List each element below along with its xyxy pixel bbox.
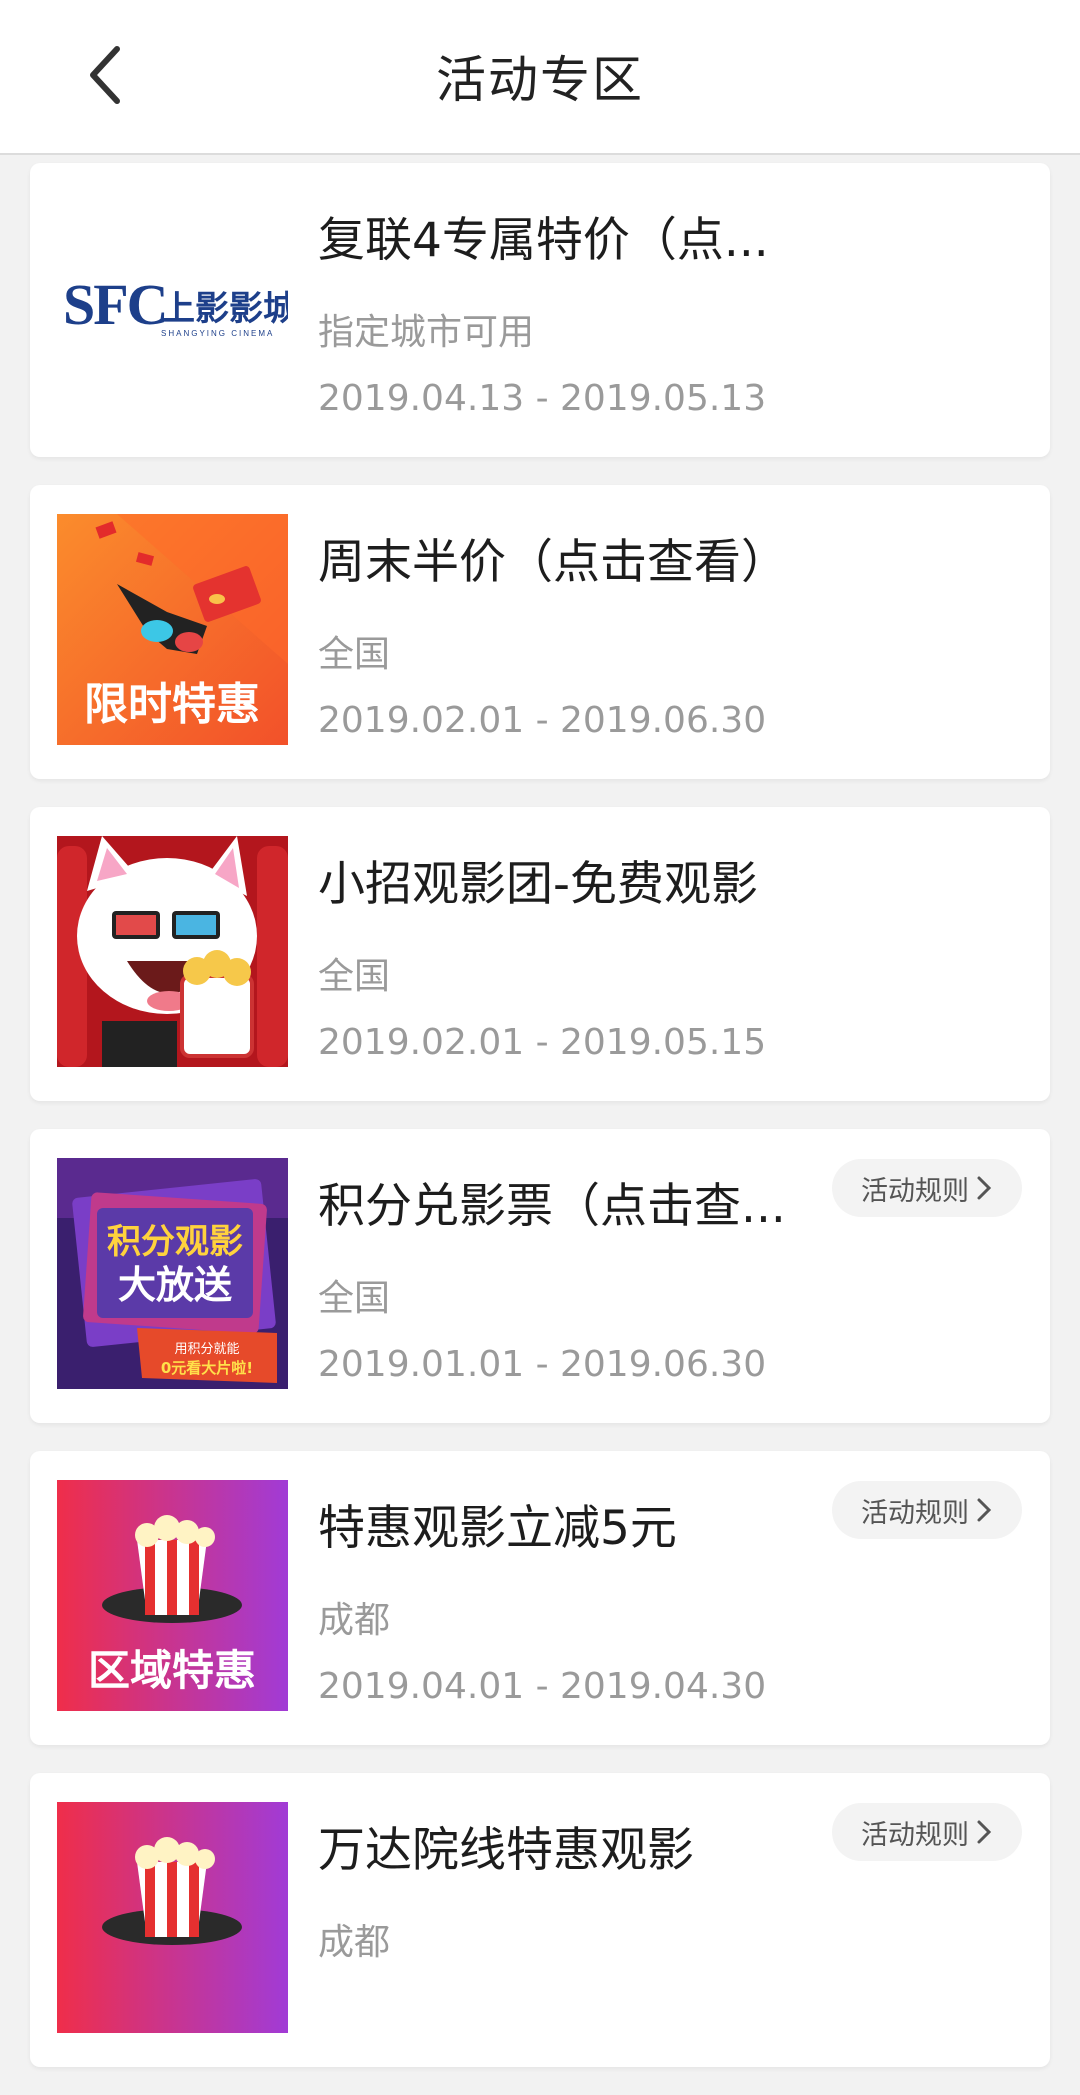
activity-rules-button[interactable]: 活动规则 (832, 1159, 1022, 1217)
activity-region: 全国 (318, 634, 391, 675)
chevron-right-icon (977, 1176, 992, 1200)
activity-card[interactable]: 积分观影 大放送 用积分就能 0元看大片啦! 积分兑影票（点击查... 全国 2… (30, 1129, 1050, 1423)
rules-label: 活动规则 (861, 1497, 969, 1529)
activity-date-range: 2019.04.13 - 2019.05.13 (318, 378, 767, 419)
page-title: 活动专区 (436, 51, 644, 109)
activity-title: 小招观影团-免费观影 (318, 857, 758, 912)
svg-text:上影影城: 上影影城 (161, 289, 288, 329)
activity-region: 全国 (318, 956, 391, 997)
activity-thumbnail-points: 积分观影 大放送 用积分就能 0元看大片啦! (57, 1158, 288, 1389)
svg-text:大放送: 大放送 (118, 1263, 232, 1307)
activity-rules-button[interactable]: 活动规则 (832, 1481, 1022, 1539)
thumb-promo-text: 区域特惠 (88, 1646, 256, 1695)
activity-card[interactable]: 小招观影团-免费观影 全国 2019.02.01 - 2019.05.15 (30, 807, 1050, 1101)
activity-rules-button[interactable]: 活动规则 (832, 1803, 1022, 1861)
activity-date-range: 2019.02.01 - 2019.06.30 (318, 700, 767, 741)
activity-thumbnail-regional: 区域特惠 (57, 1480, 288, 1711)
activity-thumbnail-sfc-logo: SFC 上影影城 SHANGYING CINEMA (57, 192, 288, 423)
top-nav-bar: 活动专区 (0, 0, 1080, 155)
activity-card[interactable]: 限时特惠 周末半价（点击查看） 全国 2019.02.01 - 2019.06.… (30, 485, 1050, 779)
activity-date-range: 2019.01.01 - 2019.06.30 (318, 1344, 767, 1385)
chevron-right-icon (977, 1498, 992, 1522)
activity-region: 全国 (318, 1278, 391, 1319)
activity-region: 成都 (318, 1600, 391, 1641)
activity-thumbnail-cat-mascot (57, 836, 288, 1067)
activity-card[interactable]: SFC 上影影城 SHANGYING CINEMA 复联4专属特价（点... 指… (30, 163, 1050, 457)
activity-region: 成都 (318, 1922, 391, 1963)
activity-title: 特惠观影立减5元 (318, 1501, 677, 1556)
activity-list: SFC 上影影城 SHANGYING CINEMA 复联4专属特价（点... 指… (30, 163, 1050, 2095)
activity-title: 积分兑影票（点击查... (318, 1179, 786, 1234)
activity-title: 万达院线特惠观影 (318, 1823, 694, 1878)
svg-text:积分观影: 积分观影 (107, 1222, 243, 1262)
activity-title: 复联4专属特价（点... (318, 213, 769, 268)
rules-label: 活动规则 (861, 1175, 969, 1207)
activity-card[interactable]: 万达院线特惠观影 成都 活动规则 (30, 1773, 1050, 2067)
chevron-right-icon (977, 1820, 992, 1844)
activity-date-range: 2019.04.01 - 2019.04.30 (318, 1666, 767, 1707)
svg-text:SFC: SFC (63, 272, 167, 337)
rules-label: 活动规则 (861, 1819, 969, 1851)
activity-thumbnail-limited-time: 限时特惠 (57, 514, 288, 745)
activity-thumbnail-popcorn (57, 1802, 288, 2033)
svg-text:用积分就能: 用积分就能 (174, 1342, 239, 1357)
activity-title: 周末半价（点击查看） (318, 535, 788, 590)
svg-text:SHANGYING CINEMA: SHANGYING CINEMA (161, 329, 274, 338)
svg-text:0元看大片啦!: 0元看大片啦! (161, 1359, 253, 1377)
activity-date-range: 2019.02.01 - 2019.05.15 (318, 1022, 767, 1063)
activity-region: 指定城市可用 (318, 312, 535, 353)
thumb-promo-text: 限时特惠 (84, 679, 260, 730)
activity-card[interactable]: 区域特惠 特惠观影立减5元 成都 2019.04.01 - 2019.04.30… (30, 1451, 1050, 1745)
